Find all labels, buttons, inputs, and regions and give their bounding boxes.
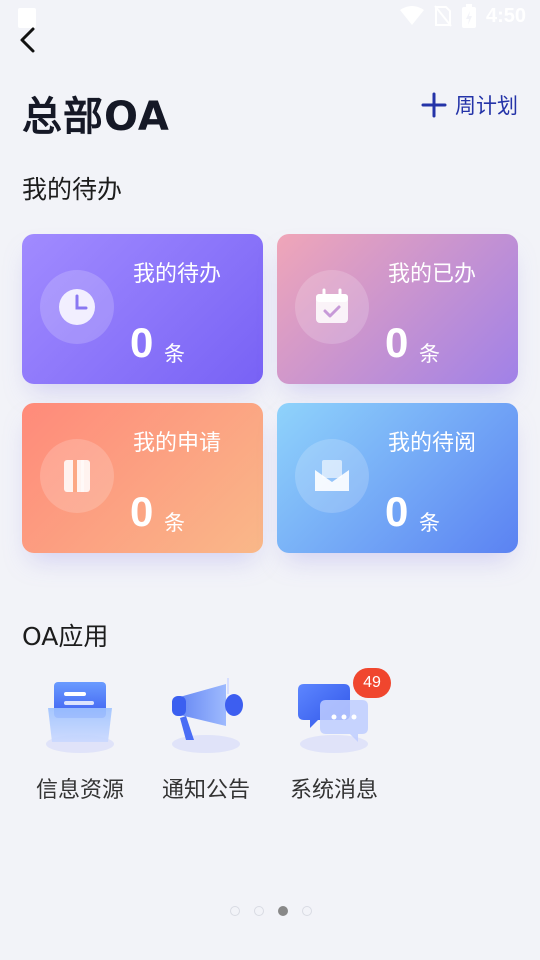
card-count: 0	[385, 488, 409, 535]
todo-section-title: 我的待办	[22, 175, 123, 204]
clock-icon	[59, 289, 95, 325]
clock-time: 4:50	[485, 4, 526, 27]
app-icon-wrap	[146, 670, 266, 760]
page-dot[interactable]	[254, 906, 264, 916]
app-info-resources[interactable]: 信息资源	[20, 670, 140, 804]
card-icon-circle	[295, 439, 369, 513]
card-icon-circle	[295, 270, 369, 344]
card-my-application[interactable]: 我的申请 0 条	[22, 403, 263, 553]
unread-badge: 49	[353, 668, 391, 698]
card-icon-circle	[40, 270, 114, 344]
card-count: 0	[385, 319, 409, 366]
no-sim-icon	[434, 5, 452, 27]
card-label: 我的待办	[133, 262, 222, 287]
card-unit: 条	[419, 511, 440, 535]
apps-section-title: OA应用	[22, 622, 109, 651]
card-label: 我的申请	[133, 431, 222, 456]
chevron-left-icon	[20, 27, 35, 53]
card-unit: 条	[419, 342, 440, 366]
calendar-check-icon	[316, 288, 348, 323]
page-dot[interactable]	[230, 906, 240, 916]
page-indicator	[230, 906, 312, 916]
card-count: 0	[130, 488, 154, 535]
page-dot[interactable]	[278, 906, 288, 916]
card-count: 0	[130, 319, 154, 366]
card-icon-circle	[40, 439, 114, 513]
card-unit: 条	[164, 511, 185, 535]
card-label: 我的待阅	[388, 431, 477, 456]
card-my-todo[interactable]: 我的待办 0 条	[22, 234, 263, 384]
card-my-to-read[interactable]: 我的待阅 0 条	[277, 403, 518, 553]
card-unit: 条	[164, 342, 185, 366]
plus-icon	[421, 92, 447, 118]
page-dot[interactable]	[302, 906, 312, 916]
mail-icon	[315, 460, 349, 491]
book-icon	[64, 460, 90, 492]
app-label: 系统消息	[289, 778, 378, 803]
weekly-plan-label: 周计划	[455, 94, 518, 118]
card-label: 我的已办	[388, 262, 477, 287]
megaphone-icon	[172, 678, 243, 753]
app-label: 通知公告	[161, 778, 250, 803]
app-icon-wrap	[20, 670, 140, 760]
folder-info-icon	[46, 682, 114, 753]
card-my-done[interactable]: 我的已办 0 条	[277, 234, 518, 384]
status-bar: 4:50	[0, 0, 540, 36]
wifi-icon	[399, 6, 424, 25]
battery-icon	[461, 4, 476, 28]
weekly-plan-button[interactable]: 周计划	[421, 90, 518, 120]
app-notice-announcement[interactable]: 通知公告	[146, 670, 266, 804]
back-button[interactable]	[14, 24, 50, 56]
status-icons: 4:50	[399, 4, 526, 28]
app-label: 信息资源	[35, 778, 124, 803]
page-title: 总部OA	[22, 94, 170, 140]
